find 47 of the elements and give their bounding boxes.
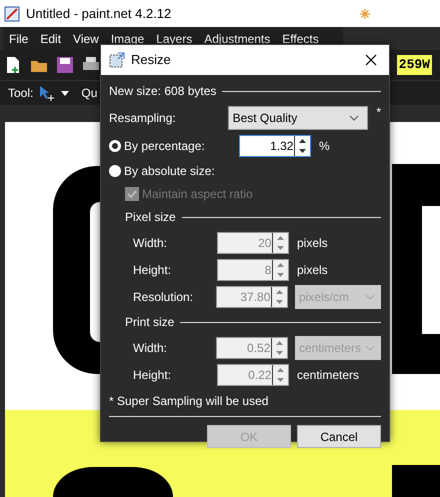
resize-image-icon: [109, 52, 125, 68]
dialog-title: Resize: [131, 51, 171, 70]
chevron-icon: [365, 294, 375, 300]
spin-down-icon[interactable]: [299, 149, 306, 153]
caret-icon[interactable]: [61, 90, 70, 96]
menu-item[interactable]: Edit: [34, 30, 68, 48]
menu-item[interactable]: File: [3, 30, 34, 48]
chevron-icon: [349, 115, 360, 121]
save-icon[interactable]: [56, 56, 74, 74]
pointer-move-icon[interactable]: [39, 85, 56, 101]
new-size-text: New size: 608 bytes: [109, 83, 216, 100]
new-file-icon[interactable]: [4, 56, 22, 74]
unit-label: %: [319, 138, 330, 155]
image-tab-label[interactable]: 259W: [396, 55, 432, 75]
section-heading: Print size: [125, 314, 174, 331]
close-icon[interactable]: [365, 54, 377, 66]
toolbar-label: Qu: [81, 85, 98, 102]
chevron-icon: [365, 344, 375, 350]
radio-option[interactable]: By percentage:: [109, 137, 239, 155]
unit-label: pixels: [297, 262, 328, 278]
unit-label: pixels: [297, 234, 328, 252]
menu-item[interactable]: Effects: [276, 30, 325, 48]
dialog-button[interactable]: Cancel: [297, 425, 381, 448]
field-label: Height:: [133, 366, 172, 384]
field-label: Height:: [133, 262, 172, 278]
footnote-text: * Super Sampling will be used: [109, 393, 270, 410]
field-label: Resolution:: [133, 288, 194, 306]
spin-up-icon[interactable]: [299, 139, 306, 143]
checkbox-option: Maintain aspect ratio: [125, 184, 253, 202]
sparkle-icon: [360, 8, 370, 18]
menu-item[interactable]: View: [67, 30, 105, 48]
resampling-label: Resampling:: [109, 110, 177, 127]
field-label: Width:: [133, 234, 168, 252]
radio-button[interactable]: [109, 140, 121, 152]
radio-button[interactable]: [109, 164, 121, 176]
menu-item[interactable]: Layers: [150, 30, 198, 48]
menu-item[interactable]: Adjustments: [198, 30, 276, 48]
radio-option[interactable]: By absolute size:: [109, 162, 239, 180]
field-label: Width:: [133, 340, 168, 356]
section-heading: Pixel size: [125, 209, 176, 226]
asterisk-note: *: [376, 104, 381, 121]
resampling-dropdown[interactable]: Best Quality: [228, 106, 368, 130]
tool-label: Tool:: [8, 85, 34, 102]
window-title: Untitled - paint.net 4.2.12: [26, 4, 172, 23]
unit-label: centimeters: [297, 366, 360, 384]
percentage-field[interactable]: 1.32: [239, 135, 311, 157]
paint-app-icon: [4, 6, 20, 22]
